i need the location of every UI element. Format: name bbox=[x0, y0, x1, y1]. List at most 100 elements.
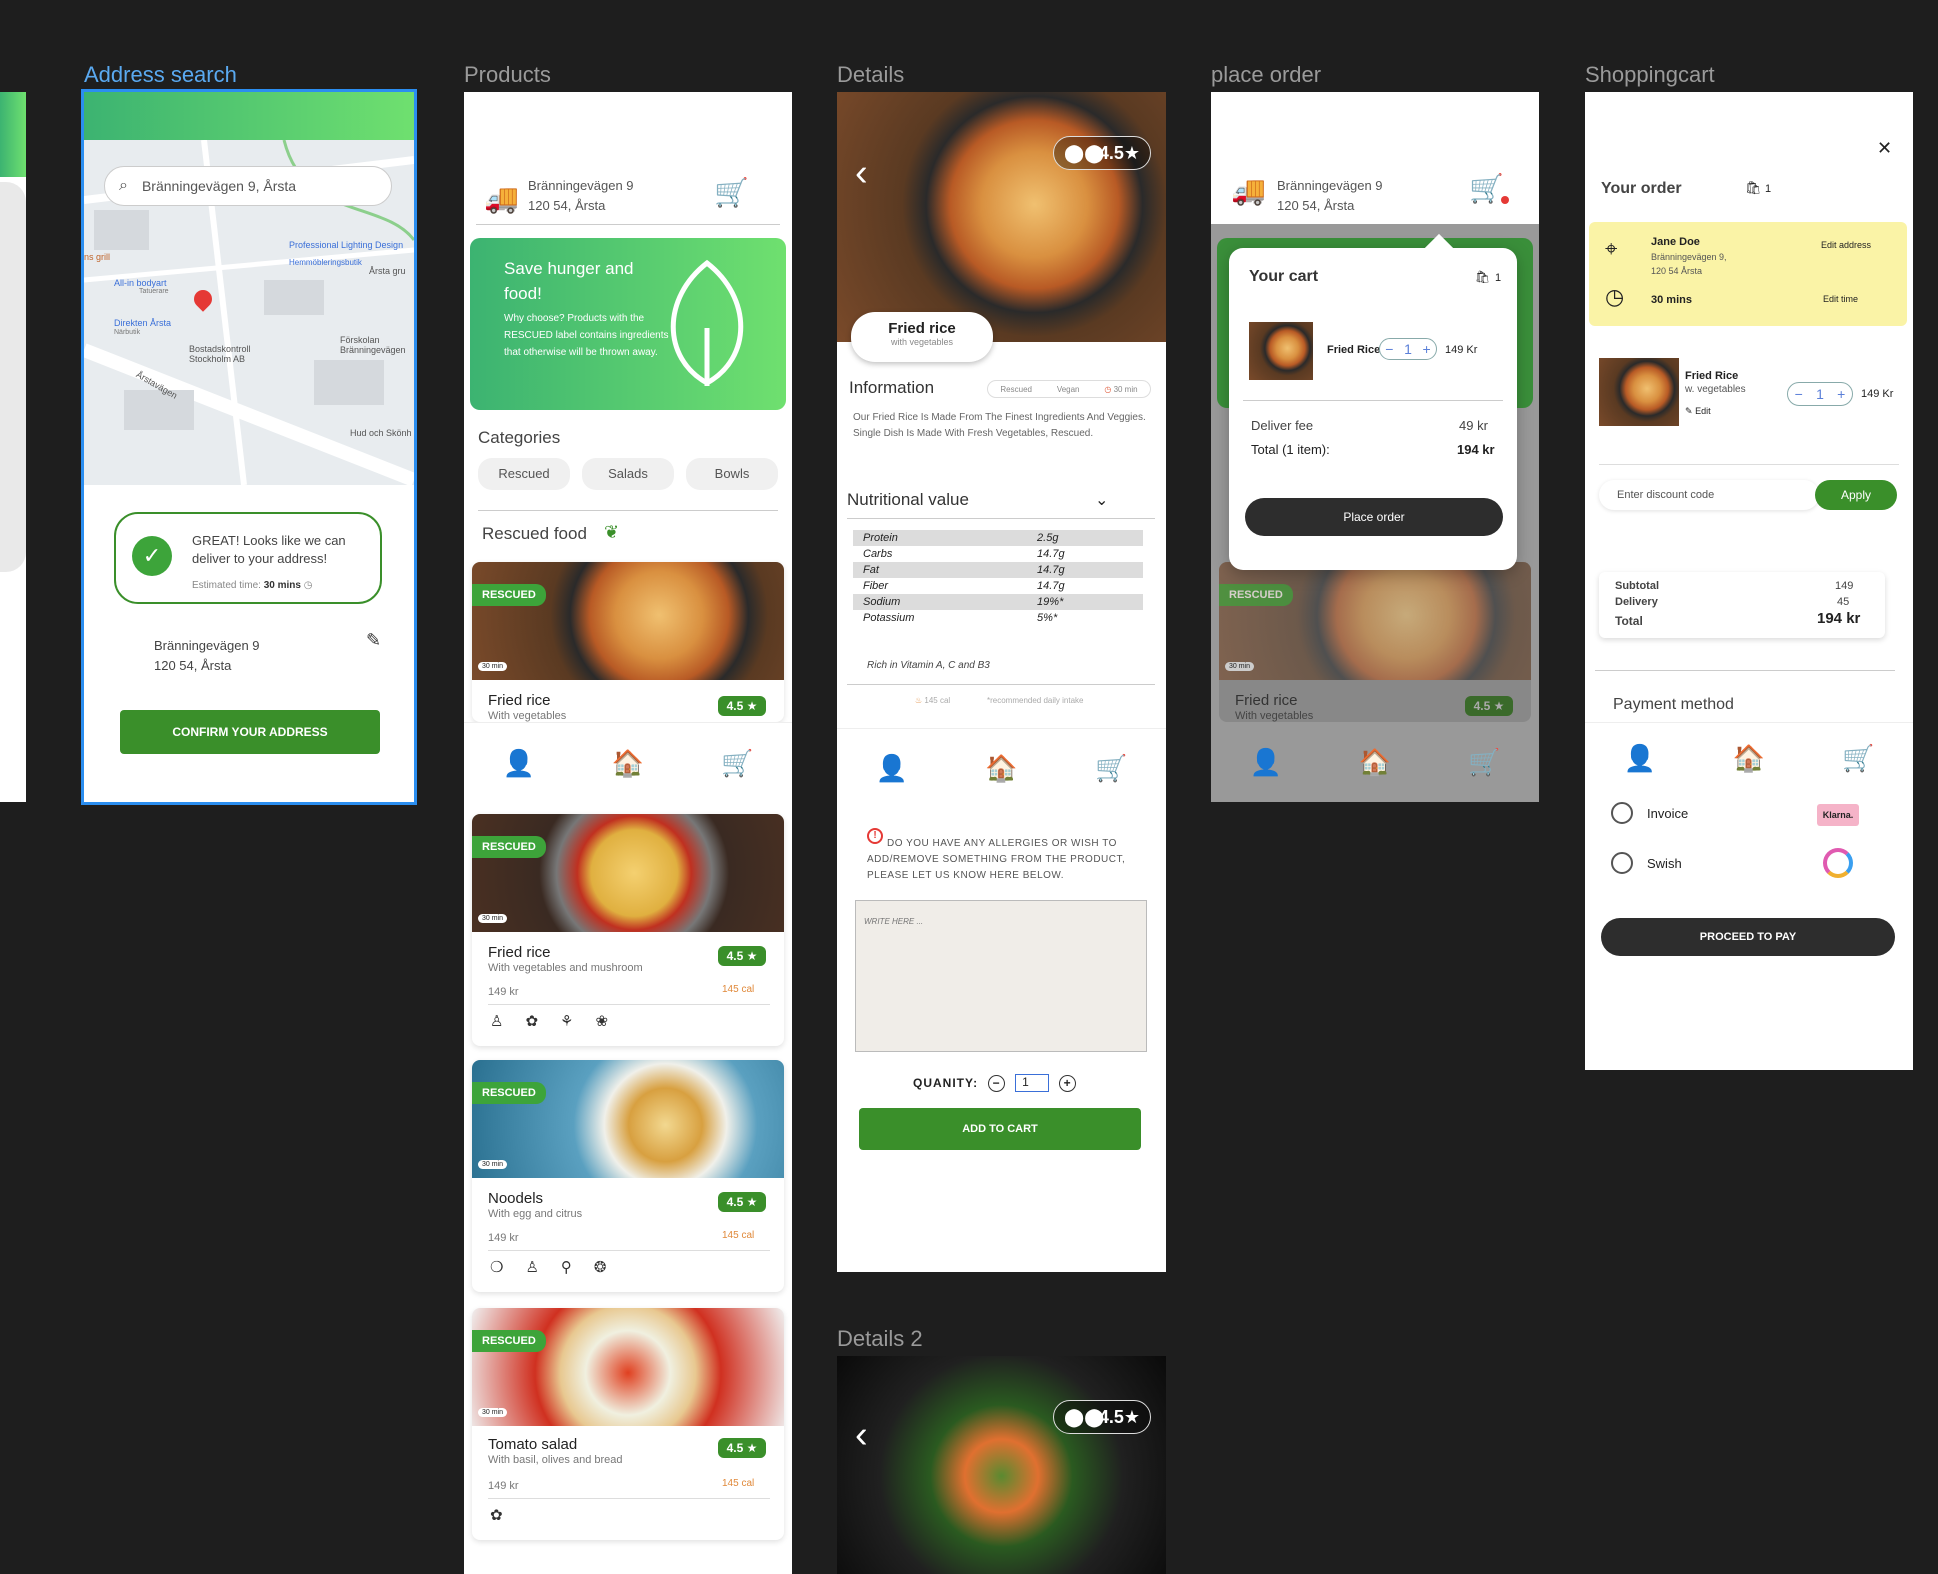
apply-button[interactable]: Apply bbox=[1815, 480, 1897, 510]
map-label: Förskolan Bränningevägen bbox=[340, 335, 406, 355]
payment-label: Swish bbox=[1647, 855, 1682, 871]
tag: Rescued bbox=[1000, 384, 1032, 394]
nutrition-title[interactable]: Nutritional value bbox=[847, 490, 969, 510]
back-chevron-icon[interactable]: ‹ bbox=[855, 152, 868, 195]
truck-icon: 🚚 bbox=[484, 183, 519, 214]
proceed-to-pay-button[interactable]: PROCEED TO PAY bbox=[1601, 918, 1895, 956]
fee-value: 49 kr bbox=[1459, 418, 1488, 433]
cart-icon[interactable]: 🛒 bbox=[1469, 172, 1504, 205]
allergy-textarea[interactable] bbox=[855, 900, 1147, 1052]
category-rescued[interactable]: Rescued bbox=[478, 458, 570, 490]
home-icon[interactable]: 🏠 bbox=[985, 753, 1017, 784]
category-bowls[interactable]: Bowls bbox=[686, 458, 778, 490]
rating-badge: 4.5 ★ bbox=[1465, 696, 1513, 716]
item-edit[interactable]: ✎ Edit bbox=[1685, 406, 1711, 417]
banner-title: Save hunger and food! bbox=[504, 259, 634, 303]
nutrient: Sodium bbox=[863, 596, 901, 608]
leaf-small-icon: ❦ bbox=[604, 522, 620, 542]
back-chevron-icon[interactable]: ‹ bbox=[855, 1414, 868, 1457]
quantity-row: QUANITY: − 1 + bbox=[913, 1074, 1077, 1092]
payment-option-invoice[interactable]: Invoice bbox=[1611, 802, 1688, 824]
product-card[interactable]: RESCUED 30 min Fried rice With vegetable… bbox=[472, 814, 784, 1046]
map-label: Direkten Årsta bbox=[114, 318, 172, 328]
plus-icon[interactable]: + bbox=[1837, 386, 1845, 402]
product-card[interactable]: RESCUED 30 min Fried rice With vegetable… bbox=[472, 562, 784, 722]
delivery-value: 45 bbox=[1837, 596, 1850, 608]
rating-pill: ⬤⬤ 4.5★ bbox=[1053, 136, 1151, 170]
profile-icon[interactable]: 👤 bbox=[1623, 743, 1655, 774]
discount-input[interactable]: Enter discount code bbox=[1599, 480, 1819, 510]
map-label: Närbutik bbox=[114, 329, 141, 336]
products-frame: 🚚 Bränningevägen 9 120 54, Årsta 🛒 Save … bbox=[464, 92, 792, 1574]
check-badge-icon: ✓ bbox=[132, 536, 172, 576]
item-name: Fried Rice bbox=[1327, 344, 1381, 356]
cart-icon[interactable]: 🛒 bbox=[714, 176, 749, 209]
vitamins-note: Rich in Vitamin A, C and B3 bbox=[867, 660, 990, 671]
item-sub: w. vegetables bbox=[1685, 384, 1746, 395]
description: Our Fried Rice Is Made From The Finest I… bbox=[853, 412, 1146, 439]
plus-icon[interactable]: + bbox=[1423, 341, 1431, 357]
place-order-button[interactable]: Place order bbox=[1245, 498, 1503, 536]
delivery-confirmation-box: ✓ GREAT! Looks like we can deliver to yo… bbox=[114, 512, 382, 604]
payment-option-swish[interactable]: Swish bbox=[1611, 852, 1682, 874]
home-icon[interactable]: 🏠 bbox=[1359, 747, 1391, 778]
rescued-tag: RESCUED bbox=[472, 1330, 546, 1352]
radio-button[interactable] bbox=[1611, 852, 1633, 874]
delivery-postal: 120 54, Årsta bbox=[1277, 198, 1355, 213]
totals-box: Subtotal Delivery Total 149 45 194 kr bbox=[1599, 572, 1885, 638]
qty-input[interactable]: 1 bbox=[1015, 1074, 1050, 1092]
delivery-time: 30 mins bbox=[1651, 294, 1692, 306]
confirm-address-button[interactable]: CONFIRM YOUR ADDRESS bbox=[120, 710, 380, 754]
address-search-frame: Professional Lighting Design Hemmöblerin… bbox=[81, 89, 417, 805]
edit-address-link[interactable]: Edit address bbox=[1821, 240, 1871, 250]
add-to-cart-button[interactable]: ADD TO CART bbox=[859, 1108, 1141, 1150]
product-card[interactable]: RESCUED 30 min Noodels With egg and citr… bbox=[472, 1060, 784, 1292]
radio-button[interactable] bbox=[1611, 802, 1633, 824]
home-icon[interactable]: 🏠 bbox=[612, 748, 644, 779]
rescued-tag: RESCUED bbox=[472, 584, 546, 606]
home-icon[interactable]: 🏠 bbox=[1733, 743, 1765, 774]
nutrient-value: 2.5g bbox=[1037, 532, 1059, 544]
truck-icon: 🚚 bbox=[1231, 175, 1266, 206]
search-input[interactable]: Bränningevägen 9, Årsta bbox=[142, 178, 296, 194]
map-label: Professional Lighting Design bbox=[289, 240, 404, 250]
product-cal: 145 cal bbox=[722, 1478, 755, 1489]
category-salads[interactable]: Salads bbox=[582, 458, 674, 490]
allergy-note: DO YOU HAVE ANY ALLERGIES OR WISH TO ADD… bbox=[867, 838, 1126, 881]
location-pin-icon: ⌖ bbox=[1605, 236, 1618, 261]
promo-banner[interactable]: Save hunger and food! Why choose? Produc… bbox=[470, 238, 786, 410]
details-frame: ‹ ⬤⬤ 4.5★ Fried rice with vegetables Inf… bbox=[837, 92, 1166, 1272]
edit-icon[interactable]: ✎ bbox=[366, 630, 381, 651]
swish-logo-icon bbox=[1823, 848, 1853, 878]
close-icon[interactable]: ✕ bbox=[1877, 138, 1892, 159]
product-image bbox=[472, 1060, 784, 1178]
nutrient-value: 14.7g bbox=[1037, 580, 1065, 592]
item-thumb bbox=[1249, 322, 1313, 380]
cart-nav-icon[interactable]: 🛒 bbox=[1842, 743, 1874, 774]
search-bar[interactable]: ⌕ Bränningevägen 9, Årsta bbox=[104, 166, 392, 206]
minus-icon[interactable]: − bbox=[1385, 341, 1393, 357]
minus-icon[interactable]: − bbox=[1795, 386, 1803, 402]
minus-icon[interactable]: − bbox=[988, 1074, 1006, 1092]
leaf-icon bbox=[670, 259, 744, 386]
nutrient-value: 14.7g bbox=[1037, 564, 1065, 576]
cart-nav-icon[interactable]: 🛒 bbox=[1095, 753, 1127, 784]
cart-nav-icon[interactable]: 🛒 bbox=[721, 748, 753, 779]
quantity-stepper[interactable]: −1 + bbox=[1787, 382, 1853, 406]
product-image bbox=[472, 562, 784, 680]
profile-icon[interactable]: 👤 bbox=[876, 753, 908, 784]
plus-icon[interactable]: + bbox=[1059, 1074, 1077, 1092]
address-street: Bränningevägen 9 bbox=[154, 638, 260, 653]
customer-addr2: 120 54 Årsta bbox=[1651, 266, 1703, 276]
address-postal: 120 54, Årsta bbox=[154, 658, 232, 673]
rating-badge: 4.5 ★ bbox=[718, 1192, 766, 1212]
cart-nav-icon[interactable]: 🛒 bbox=[1468, 747, 1500, 778]
quantity-stepper[interactable]: −1 + bbox=[1379, 338, 1437, 360]
profile-icon[interactable]: 👤 bbox=[502, 748, 534, 779]
edit-time-link[interactable]: Edit time bbox=[1823, 294, 1858, 304]
chevron-down-icon[interactable]: ⌄ bbox=[1095, 490, 1108, 510]
qty-value: 1 bbox=[1404, 341, 1412, 357]
product-card[interactable]: RESCUED 30 min Tomato salad With basil, … bbox=[472, 1308, 784, 1540]
profile-icon[interactable]: 👤 bbox=[1249, 747, 1281, 778]
product-image bbox=[1219, 562, 1531, 680]
